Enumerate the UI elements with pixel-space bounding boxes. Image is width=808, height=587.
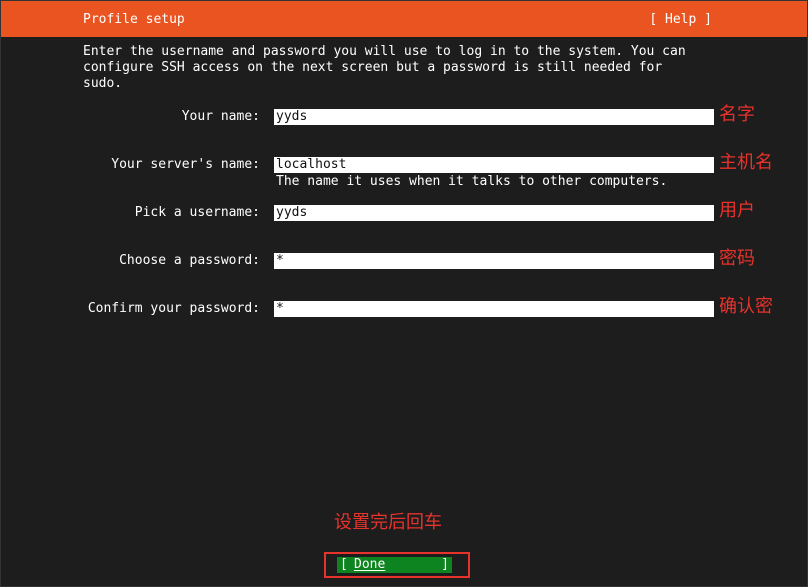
username-annotation: 用户 — [719, 200, 755, 221]
confirm-password-label: Confirm your password: — [87, 301, 260, 316]
done-annotation: 设置完后回车 — [334, 512, 442, 533]
confirm-password-annotation: 确认密 — [719, 296, 773, 317]
done-button[interactable]: [ Done ] — [337, 557, 452, 573]
your-name-annotation: 名字 — [719, 104, 755, 125]
done-bracket-right: ] — [441, 557, 449, 572]
server-name-label: Your server's name: — [111, 157, 260, 172]
server-name-annotation: 主机名 — [719, 152, 773, 173]
intro-text: Enter the username and password you will… — [83, 44, 686, 91]
confirm-password-row: Confirm your password: 确认密 — [1, 296, 808, 321]
help-button[interactable]: [ Help ] — [649, 12, 712, 28]
password-annotation: 密码 — [719, 248, 755, 269]
page-title: Profile setup — [83, 12, 185, 27]
header-bar: Profile setup [ Help ] — [1, 1, 807, 37]
username-row: Pick a username: 用户 — [1, 200, 808, 225]
username-label: Pick a username: — [134, 205, 260, 220]
installer-screen: Profile setup [ Help ] Enter the usernam… — [0, 0, 808, 587]
your-name-input[interactable] — [274, 109, 714, 125]
server-name-hint: The name it uses when it talks to other … — [276, 174, 668, 189]
server-name-input[interactable] — [274, 157, 714, 173]
done-bracket-left: [ — [340, 557, 348, 572]
your-name-label: Your name: — [181, 109, 260, 124]
confirm-password-input[interactable] — [274, 301, 714, 317]
password-row: Choose a password: 密码 — [1, 248, 808, 273]
username-input[interactable] — [274, 205, 714, 221]
password-label: Choose a password: — [119, 253, 260, 268]
server-name-row: Your server's name: 主机名 The name it uses… — [1, 152, 808, 189]
done-label: Done — [354, 557, 386, 572]
password-input[interactable] — [274, 253, 714, 269]
your-name-row: Your name: 名字 — [1, 104, 808, 129]
